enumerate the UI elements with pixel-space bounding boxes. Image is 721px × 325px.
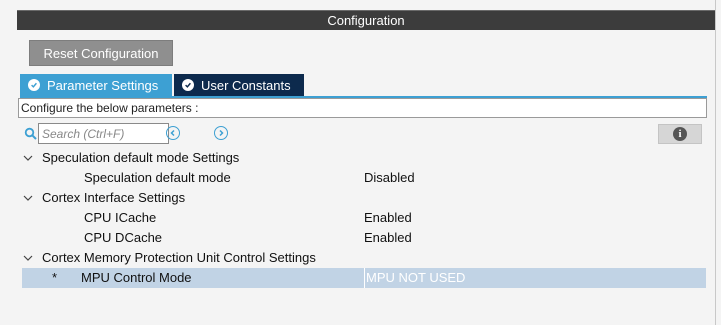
param-value[interactable]: Enabled — [364, 228, 412, 248]
tab-parameter-settings[interactable]: Parameter Settings — [20, 74, 172, 96]
search-icon — [24, 127, 38, 141]
tab-label: User Constants — [201, 77, 291, 93]
tree-group-cortex-interface[interactable]: Cortex Interface Settings — [20, 188, 706, 208]
param-name: MPU Control Mode — [81, 270, 192, 285]
group-label: Speculation default mode Settings — [42, 150, 240, 165]
panel-title: Configuration — [17, 10, 715, 30]
param-name: CPU ICache — [84, 210, 157, 225]
chevron-down-icon — [23, 155, 33, 161]
param-name: Speculation default mode — [84, 170, 231, 185]
scroll-edge — [715, 0, 721, 325]
info-icon: i — [673, 127, 687, 141]
check-circle-icon — [182, 79, 194, 91]
chevron-down-icon — [23, 255, 33, 261]
group-label: Cortex Interface Settings — [42, 190, 186, 205]
parameters-description: Configure the below parameters : — [18, 98, 707, 118]
chevron-down-icon — [23, 195, 33, 201]
check-circle-icon — [28, 79, 40, 91]
tree-row-speculation-mode[interactable]: Speculation default mode Disabled — [20, 168, 706, 188]
parameter-tree: Speculation default mode Settings Specul… — [20, 148, 706, 288]
arrow-left-icon — [170, 129, 175, 137]
tab-bar: Parameter Settings User Constants — [20, 74, 304, 96]
group-label: Cortex Memory Protection Unit Control Se… — [42, 250, 316, 265]
tree-group-speculation[interactable]: Speculation default mode Settings — [20, 148, 706, 168]
tab-label: Parameter Settings — [47, 77, 159, 93]
required-marker: * — [52, 270, 58, 285]
arrow-right-icon — [219, 129, 224, 137]
info-button[interactable]: i — [658, 124, 702, 144]
tree-group-mpu[interactable]: Cortex Memory Protection Unit Control Se… — [20, 248, 706, 268]
tab-user-constants[interactable]: User Constants — [174, 74, 304, 96]
param-value[interactable]: MPU NOT USED — [364, 268, 466, 288]
search-input[interactable] — [38, 123, 169, 144]
reset-configuration-button[interactable]: Reset Configuration — [29, 40, 173, 66]
param-name: CPU DCache — [84, 230, 163, 245]
search-toolbar: i — [20, 123, 708, 145]
tree-row-mpu-control-mode[interactable]: * MPU Control Mode MPU NOT USED — [22, 268, 706, 288]
tree-row-cpu-icache[interactable]: CPU ICache Enabled — [20, 208, 706, 228]
left-edge — [0, 0, 17, 325]
search-previous-button[interactable] — [166, 126, 180, 140]
tree-row-cpu-dcache[interactable]: CPU DCache Enabled — [20, 228, 706, 248]
param-value[interactable]: Disabled — [364, 168, 415, 188]
param-value[interactable]: Enabled — [364, 208, 412, 228]
search-next-button[interactable] — [214, 126, 228, 140]
top-strip — [0, 0, 721, 10]
